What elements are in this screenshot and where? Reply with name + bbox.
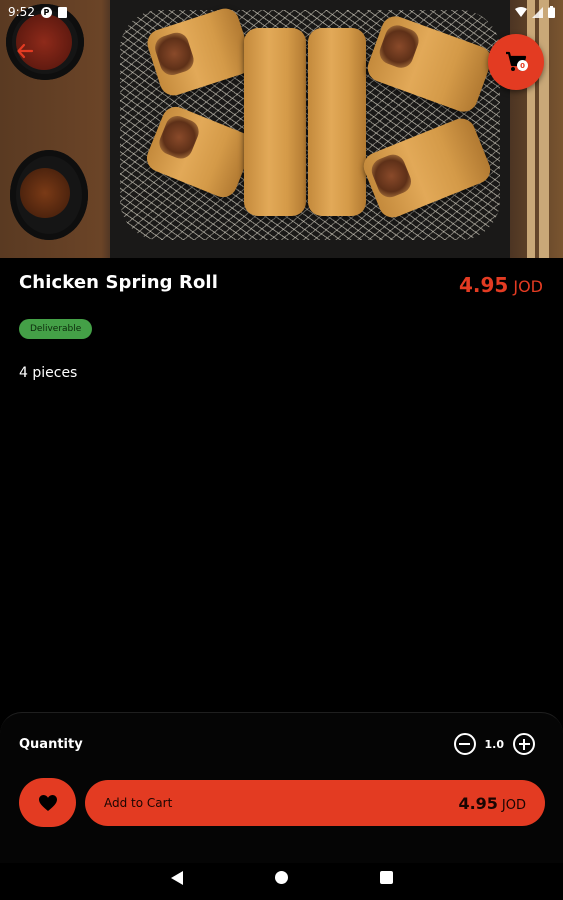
product-price: 4.95 JOD (459, 273, 543, 297)
nav-recents-icon[interactable] (379, 871, 393, 884)
deliverable-badge: Deliverable (19, 319, 93, 339)
sd-card-icon (57, 6, 67, 18)
plus-icon-vertical (523, 738, 525, 750)
add-to-cart-label: Add to Cart (104, 796, 173, 810)
product-description: 4 pieces (19, 365, 78, 381)
wifi-icon (515, 7, 527, 17)
increase-quantity-button[interactable] (513, 733, 535, 755)
system-nav-bar (0, 855, 563, 900)
spring-roll (308, 28, 366, 216)
total-currency: JOD (501, 797, 526, 813)
quantity-value: 1.0 (484, 737, 505, 751)
quantity-stepper: 1.0 (453, 733, 535, 755)
quantity-label: Quantity (19, 737, 83, 752)
total-amount: 4.95 (458, 793, 498, 813)
nav-home-icon[interactable] (274, 871, 288, 884)
favorite-button[interactable] (19, 778, 76, 827)
decrease-quantity-button[interactable] (453, 733, 476, 755)
signal-icon (532, 6, 543, 18)
parking-icon: P (40, 6, 52, 18)
price-amount: 4.95 (459, 273, 509, 297)
price-currency: JOD (513, 277, 543, 296)
cart-button[interactable]: 0 (488, 34, 544, 90)
battery-icon (548, 6, 555, 18)
product-title: Chicken Spring Roll (19, 272, 218, 293)
status-time: 9:52 (8, 5, 35, 19)
dipping-sauce (20, 168, 70, 218)
add-to-cart-price: 4.95 JOD (458, 794, 526, 813)
back-button[interactable] (10, 36, 40, 66)
add-to-cart-button[interactable]: Add to Cart 4.95 JOD (85, 780, 545, 826)
arrow-left-icon (17, 43, 34, 59)
product-image (0, 0, 563, 258)
heart-icon (38, 794, 57, 811)
cart-count-badge: 0 (517, 60, 528, 71)
spring-roll (244, 28, 306, 216)
status-bar: 9:52 P (0, 0, 563, 24)
nav-back-icon[interactable] (170, 870, 183, 885)
minus-icon (459, 743, 470, 745)
